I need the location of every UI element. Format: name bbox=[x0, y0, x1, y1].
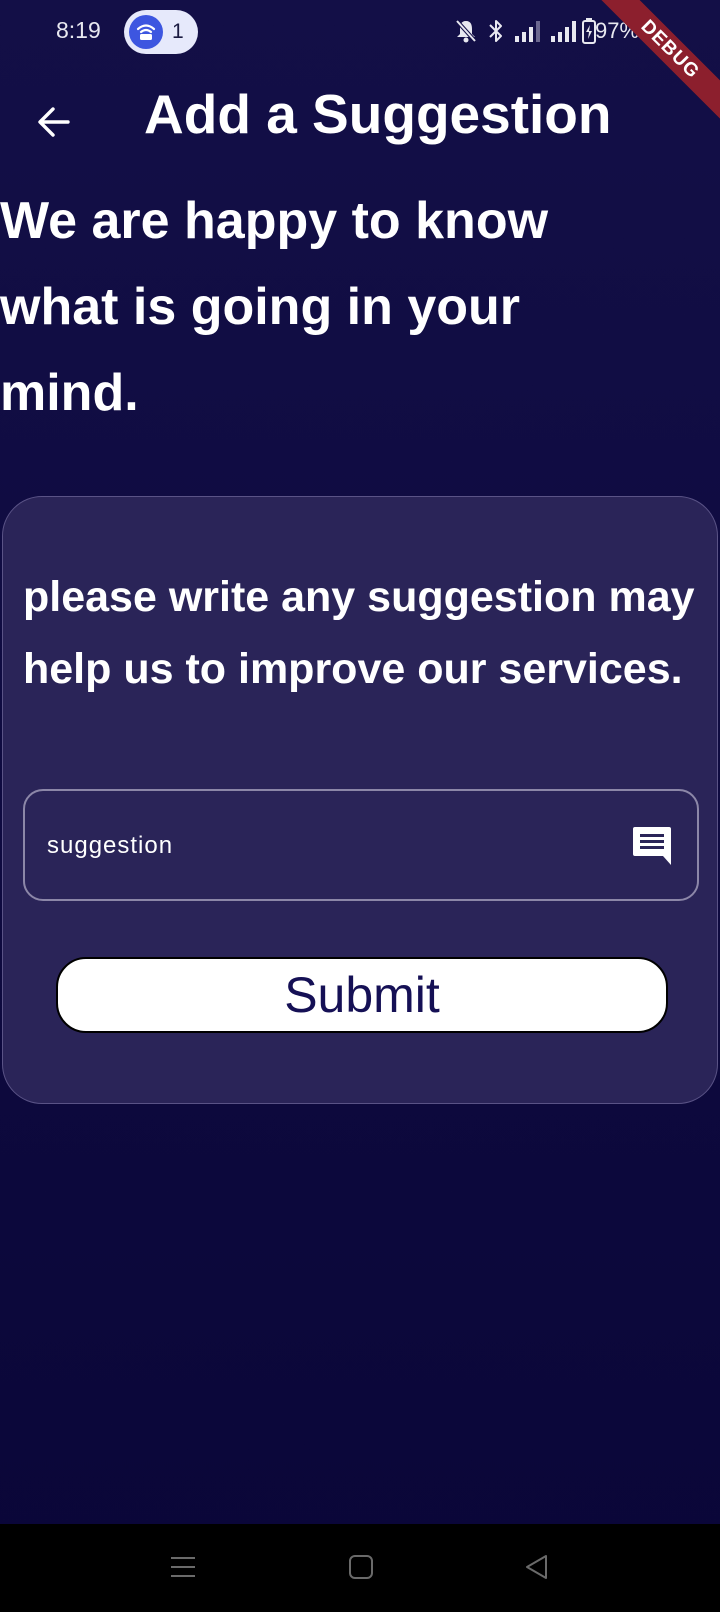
suggestion-input[interactable] bbox=[47, 821, 607, 871]
submit-button[interactable]: Submit bbox=[56, 957, 668, 1033]
suggestion-card: please write any suggestion may help us … bbox=[2, 496, 718, 1104]
card-prompt: please write any suggestion may help us … bbox=[23, 573, 695, 693]
back-button[interactable] bbox=[26, 94, 82, 150]
arrow-back-icon bbox=[38, 107, 70, 137]
headline: We are happy to know what is going in yo… bbox=[0, 192, 549, 422]
menu-icon[interactable] bbox=[168, 1552, 198, 1582]
message-icon bbox=[633, 827, 671, 865]
navigation-bar bbox=[0, 1524, 720, 1612]
suggestion-field[interactable] bbox=[23, 789, 699, 901]
hotspot-indicator[interactable]: 1 bbox=[124, 10, 198, 54]
mute-icon bbox=[455, 19, 477, 43]
battery-icon bbox=[582, 18, 596, 44]
bluetooth-icon bbox=[489, 20, 502, 42]
home-icon[interactable] bbox=[346, 1552, 376, 1582]
signal-icon bbox=[551, 21, 576, 42]
page-title: Add a Suggestion bbox=[144, 83, 612, 145]
app-bar: Add a Suggestion bbox=[0, 72, 720, 168]
hotspot-icon bbox=[129, 15, 163, 49]
status-time: 8:19 bbox=[56, 17, 101, 43]
back-icon[interactable] bbox=[522, 1552, 552, 1582]
hotspot-count: 1 bbox=[172, 20, 184, 43]
signal-icon bbox=[515, 21, 540, 42]
